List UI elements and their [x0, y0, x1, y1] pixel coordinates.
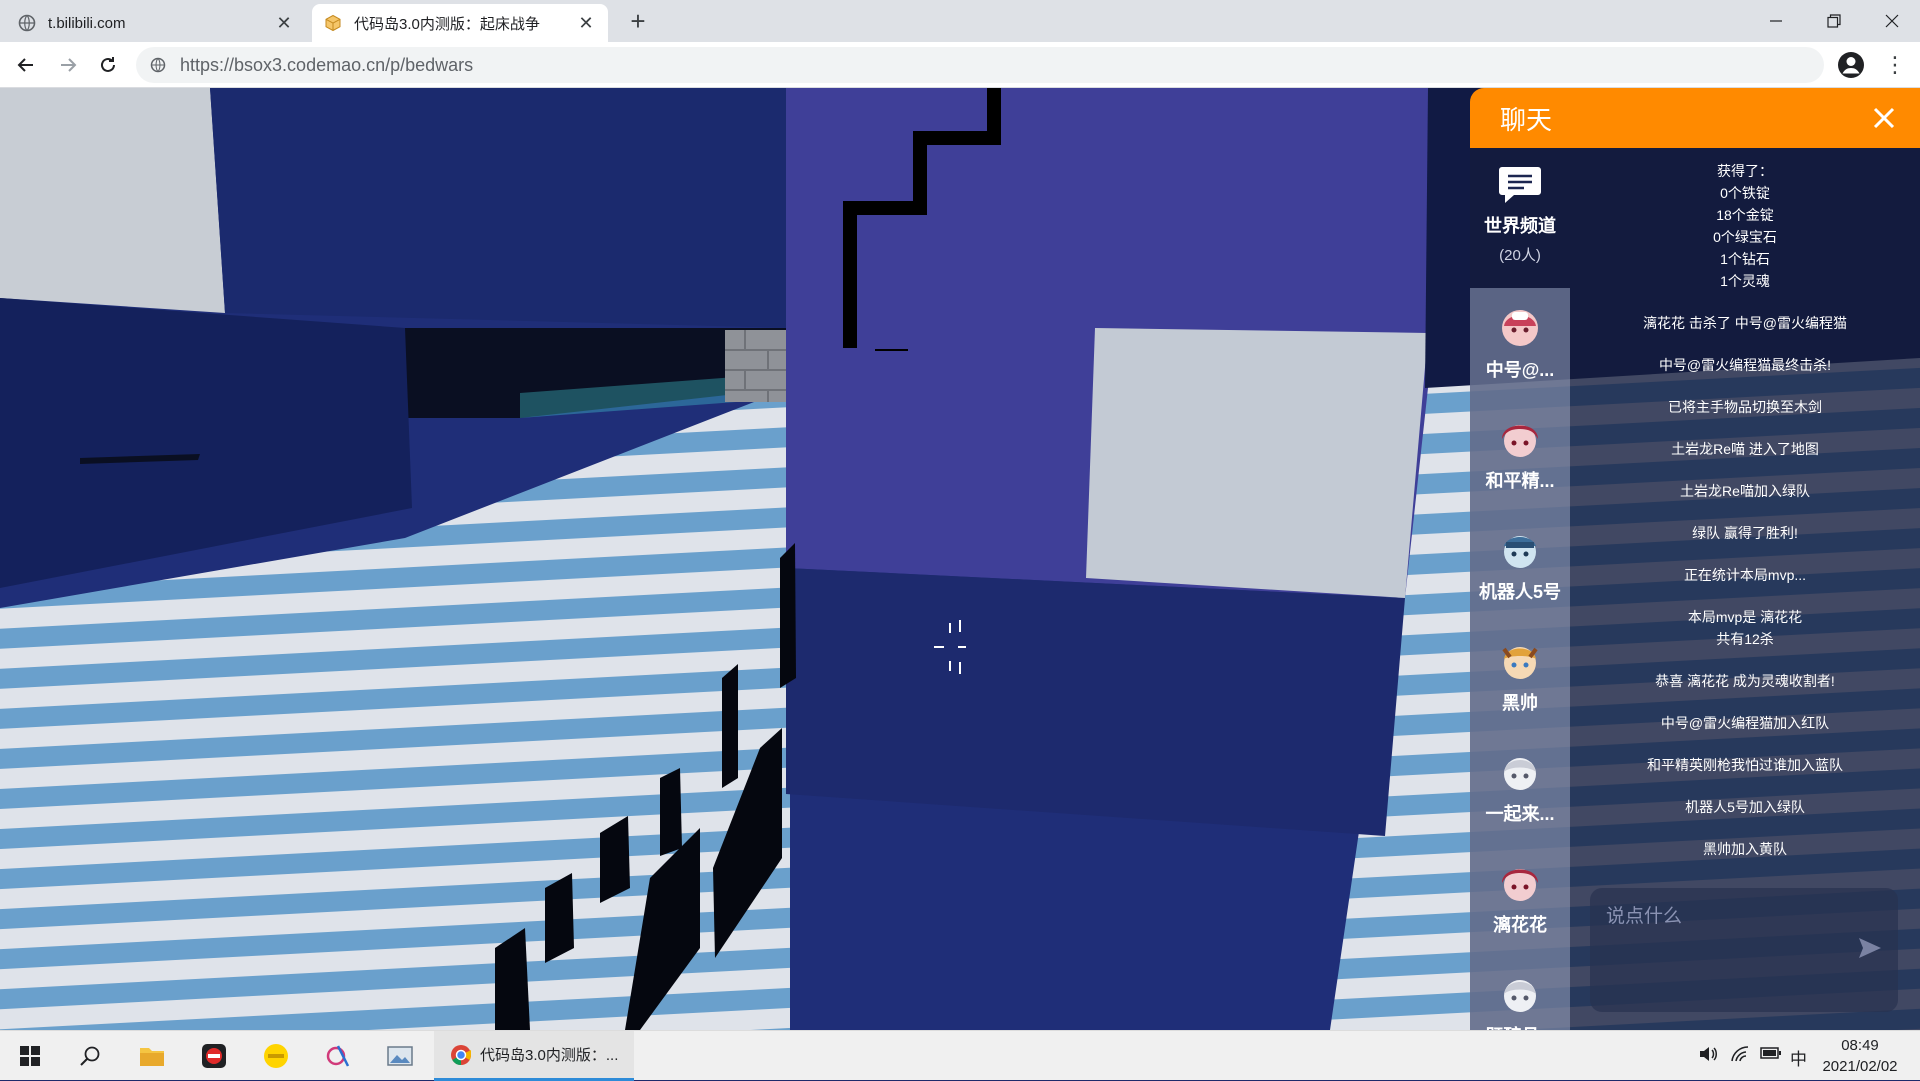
chat-message: 土岩龙Re喵 进入了地图 [1671, 441, 1819, 457]
chat-body: 世界频道 (20人) 中号@... 和平精... 机器人5号 黑帅 一起来...… [1470, 148, 1920, 1030]
taskbar-chrome-app[interactable]: 代码岛3.0内测版：... [434, 1031, 634, 1081]
close-icon[interactable] [1866, 100, 1902, 136]
avatar [1502, 425, 1538, 457]
forward-arrow-icon[interactable] [52, 49, 84, 81]
site-info-icon[interactable] [150, 57, 166, 73]
world-channel[interactable]: 世界频道 (20人) [1470, 148, 1570, 288]
chrome-icon [451, 1044, 472, 1065]
avatar [1502, 869, 1538, 901]
app-icon-pen[interactable] [316, 1036, 360, 1076]
player-item[interactable]: 既醉且... [1470, 954, 1570, 1030]
chat-message: 中号@雷火编程猫加入红队 [1660, 715, 1830, 731]
send-icon[interactable] [1856, 934, 1884, 962]
globe-icon [18, 14, 36, 32]
chat-bubble-icon [1499, 167, 1541, 203]
tab-bilibili[interactable]: t.bilibili.com ✕ [6, 4, 306, 42]
player-name: 中号@... [1485, 360, 1555, 380]
new-tab-button[interactable]: + [622, 6, 654, 38]
photos-icon[interactable] [378, 1036, 422, 1076]
folder-icon[interactable] [130, 1036, 174, 1076]
chat-message: 恭喜 漓花花 成为灵魂收割者! [1655, 673, 1835, 689]
avatar [1504, 536, 1536, 568]
chat-input[interactable] [1606, 902, 1876, 932]
chat-message: 黑帅加入黄队 [1703, 841, 1787, 857]
volume-icon[interactable] [1698, 1045, 1718, 1068]
system-clock[interactable]: 08:49 2021/02/02 [1810, 1035, 1910, 1077]
avatar [1502, 647, 1538, 679]
browser-toolbar: https://bsox3.codemao.cn/p/bedwars ⋮ [0, 42, 1920, 88]
player-item[interactable]: 机器人5号 [1470, 510, 1570, 621]
chat-message: 获得了： 0个铁锭 18个金锭 0个绿宝石 1个钻石 1个灵魂 [1713, 163, 1777, 289]
restore-icon[interactable] [1806, 0, 1862, 42]
tab-codemao[interactable]: 代码岛3.0内测版：起床战争 ✕ [312, 4, 608, 42]
chat-header: 聊天 [1470, 88, 1920, 148]
player-name: 漓花花 [1493, 915, 1547, 935]
browser-tab-bar: t.bilibili.com ✕ 代码岛3.0内测版：起床战争 ✕ + [0, 0, 1920, 42]
menu-icon[interactable]: ⋮ [1880, 50, 1910, 80]
player-name: 黑帅 [1502, 693, 1538, 713]
avatar [1504, 758, 1536, 790]
player-name: 一起来... [1485, 804, 1555, 824]
player-name: 机器人5号 [1478, 582, 1561, 602]
windows-start-icon[interactable] [8, 1036, 52, 1076]
back-arrow-icon[interactable] [10, 49, 42, 81]
player-item[interactable]: 漓花花 [1470, 843, 1570, 954]
avatar [1504, 980, 1536, 1012]
channel-name: 世界频道 [1484, 216, 1556, 236]
profile-icon[interactable] [1836, 50, 1866, 80]
chat-message: 正在统计本局mvp... [1683, 567, 1807, 583]
crosshair-icon [934, 620, 966, 674]
url-text: https://bsox3.codemao.cn/p/bedwars [180, 54, 474, 75]
player-item[interactable]: 和平精... [1470, 399, 1570, 510]
tab-title: t.bilibili.com [48, 14, 126, 32]
chat-message: 土岩龙Re喵加入绿队 [1680, 483, 1810, 499]
message-list: 获得了： 0个铁锭 18个金锭 0个绿宝石 1个钻石 1个灵魂 漓花花 击杀了 … [1570, 148, 1920, 890]
close-tab-icon[interactable]: ✕ [576, 13, 596, 34]
tab-title: 代码岛3.0内测版：起床战争 [354, 15, 540, 33]
chat-message: 已将主手物品切换至木剑 [1668, 399, 1822, 415]
chat-input-box [1590, 888, 1898, 1012]
chat-message: 漓花花 击杀了 中号@雷火编程猫 [1643, 315, 1847, 331]
cube-icon [324, 14, 342, 32]
address-bar[interactable]: https://bsox3.codemao.cn/p/bedwars [136, 47, 1824, 83]
chat-title: 聊天 [1500, 104, 1553, 135]
close-window-icon[interactable] [1864, 0, 1920, 42]
chat-message: 中号@雷火编程猫最终击杀! [1658, 357, 1832, 373]
chat-panel: 聊天 世界频道 (20人) 中号@... 和平精... 机器人5号 黑帅 一起来… [1470, 88, 1920, 1030]
player-name: 和平精... [1485, 471, 1555, 491]
player-list: 中号@... 和平精... 机器人5号 黑帅 一起来... 漓花花 [1470, 288, 1570, 1030]
player-item[interactable]: 中号@... [1470, 288, 1570, 399]
chat-message: 本局mvp是 漓花花 共有12杀 [1687, 609, 1803, 647]
chat-message: 机器人5号加入绿队 [1685, 799, 1805, 815]
clock-date: 2021/02/02 [1822, 1058, 1898, 1075]
player-item[interactable]: 黑帅 [1470, 621, 1570, 732]
taskbar-app-title: 代码岛3.0内测版：... [480, 1047, 619, 1064]
battery-icon[interactable] [1760, 1045, 1782, 1066]
chat-message: 绿队 赢得了胜利! [1692, 525, 1798, 541]
channel-count: (20人) [1499, 247, 1541, 264]
player-item[interactable]: 一起来... [1470, 732, 1570, 843]
ime-indicator[interactable]: 中 [1790, 1045, 1807, 1070]
reload-icon[interactable] [92, 49, 124, 81]
clock-time: 08:49 [1841, 1037, 1879, 1054]
taskbar: 代码岛3.0内测版：... 中 08:49 2021/02/02 [0, 1030, 1920, 1081]
chat-message: 和平精英刚枪我怕过谁加入蓝队 [1647, 757, 1843, 773]
app-icon-red[interactable] [192, 1036, 236, 1076]
player-name: 既醉且... [1485, 1022, 1554, 1030]
wifi-icon[interactable] [1730, 1045, 1750, 1068]
search-icon[interactable] [68, 1036, 112, 1076]
avatar [1502, 310, 1538, 346]
close-tab-icon[interactable]: ✕ [274, 13, 294, 34]
app-icon-yellow[interactable] [254, 1036, 298, 1076]
minimize-icon[interactable] [1748, 0, 1804, 42]
